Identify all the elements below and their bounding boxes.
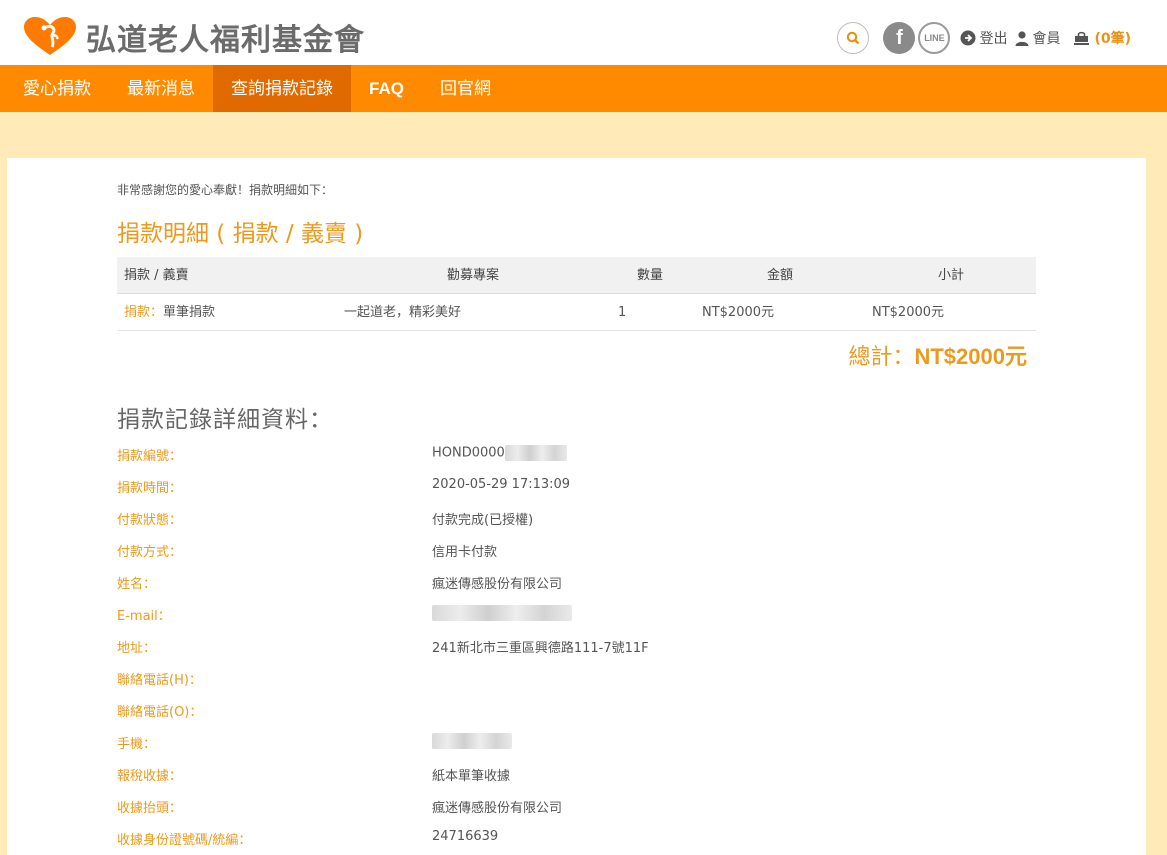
thank-you-message: 非常感謝您的愛心奉獻！捐款明細如下： — [117, 183, 334, 197]
row-type-label: 捐款： — [124, 305, 164, 320]
field-label-receipt-tax-id: 收據身份證號碼/統編： — [117, 833, 252, 848]
total-label: 總計： — [848, 345, 915, 370]
header-actions: f LINE 登出 會員 (0筆) — [837, 22, 1131, 54]
row-type-detail: 單筆捐款 — [163, 305, 216, 320]
field-value-email — [432, 605, 572, 621]
field-label-donation-id: 捐款編號： — [117, 449, 183, 464]
redacted-block — [504, 445, 567, 461]
field-label-address: 地址： — [117, 641, 157, 656]
row-qty: 1 — [618, 305, 627, 320]
logout-label: 登出 — [979, 31, 1008, 47]
field-value-receipt-title: 瘋迷傳感股份有限公司 — [432, 801, 563, 816]
field-label-payment-status: 付款狀態： — [117, 513, 183, 528]
heart-logo-icon — [24, 17, 76, 55]
field-label-name: 姓名： — [117, 577, 157, 592]
field-value-tax-receipt: 紙本單筆收據 — [432, 769, 511, 784]
site-header: 弘道老人福利基金會 f LINE 登出 會員 (0筆) — [0, 0, 1167, 65]
col-subtotal: 小計 — [937, 268, 964, 283]
row-project: 一起道老，精彩美好 — [344, 305, 462, 320]
search-icon — [847, 31, 860, 45]
donation-id-text: HOND0000 — [432, 445, 505, 461]
row-type-cell: 捐款：單筆捐款 — [124, 294, 215, 331]
record-detail-title: 捐款記錄詳細資料： — [117, 407, 333, 433]
search-button[interactable] — [837, 22, 870, 54]
field-value-mobile — [432, 733, 512, 749]
site-logo[interactable]: 弘道老人福利基金會 — [22, 15, 365, 59]
line-icon[interactable]: LINE — [918, 22, 951, 54]
total-value: NT$2000元 — [914, 344, 1027, 369]
line-icon-label: LINE — [924, 33, 945, 43]
field-value-name: 瘋迷傳感股份有限公司 — [432, 577, 563, 592]
shopping-bag-icon — [1074, 31, 1090, 45]
field-value-payment-method: 信用卡付款 — [432, 545, 498, 560]
row-subtotal: NT$2000元 — [872, 305, 945, 320]
field-label-phone-home: 聯絡電話(H)： — [117, 673, 202, 688]
field-label-tax-receipt: 報稅收據： — [117, 769, 183, 784]
user-icon — [1015, 30, 1029, 46]
field-value-address: 241新北市三重區興德路111-7號11F — [432, 641, 649, 656]
redacted-block — [432, 605, 572, 621]
nav-item-official-site[interactable]: 回官網 — [422, 65, 509, 112]
field-value-receipt-tax-id: 24716639 — [432, 829, 499, 844]
field-label-phone-office: 聯絡電話(O)： — [117, 705, 203, 720]
main-nav: 愛心捐款 最新消息 查詢捐款記錄 FAQ 回官網 — [0, 65, 1167, 112]
field-label-receipt-title: 收據抬頭： — [117, 801, 183, 816]
nav-item-news[interactable]: 最新消息 — [109, 65, 213, 112]
cart-link[interactable]: (0筆) — [1074, 28, 1131, 48]
field-value-donation-id: HOND0000 — [432, 445, 567, 461]
row-amount: NT$2000元 — [702, 305, 775, 320]
facebook-icon[interactable]: f — [883, 22, 916, 54]
field-label-email: E-mail： — [117, 609, 171, 624]
member-label: 會員 — [1032, 31, 1061, 47]
nav-item-query-records[interactable]: 查詢捐款記錄 — [213, 65, 351, 112]
field-value-payment-status: 付款完成(已授權) — [432, 513, 534, 528]
field-label-payment-method: 付款方式： — [117, 545, 183, 560]
total-amount: 總計：NT$2000元 — [117, 339, 1027, 371]
member-link[interactable]: 會員 — [1015, 28, 1060, 48]
logo-text: 弘道老人福利基金會 — [86, 23, 365, 58]
nav-item-donate[interactable]: 愛心捐款 — [0, 65, 109, 112]
arrow-right-circle-icon — [960, 30, 976, 46]
field-label-mobile: 手機： — [117, 737, 157, 752]
donation-detail-title: 捐款明細 ( 捐款 / 義賣 ) — [117, 221, 364, 247]
table-header: 捐款 / 義賣 勸募專案 數量 金額 小計 — [117, 257, 1036, 294]
table-row: 捐款：單筆捐款 一起道老，精彩美好 1 NT$2000元 NT$2000元 — [117, 294, 1036, 331]
field-label-donation-time: 捐款時間： — [117, 481, 183, 496]
redacted-block — [432, 733, 512, 749]
col-qty: 數量 — [637, 268, 664, 283]
logout-link[interactable]: 登出 — [960, 28, 1007, 48]
col-amount: 金額 — [766, 268, 793, 283]
field-value-donation-time: 2020-05-29 17:13:09 — [432, 477, 571, 492]
cart-count: (0筆) — [1094, 31, 1131, 47]
donation-table: 捐款 / 義賣 勸募專案 數量 金額 小計 捐款：單筆捐款 一起道老，精彩美好 … — [117, 257, 1036, 331]
nav-item-faq[interactable]: FAQ — [351, 65, 422, 112]
